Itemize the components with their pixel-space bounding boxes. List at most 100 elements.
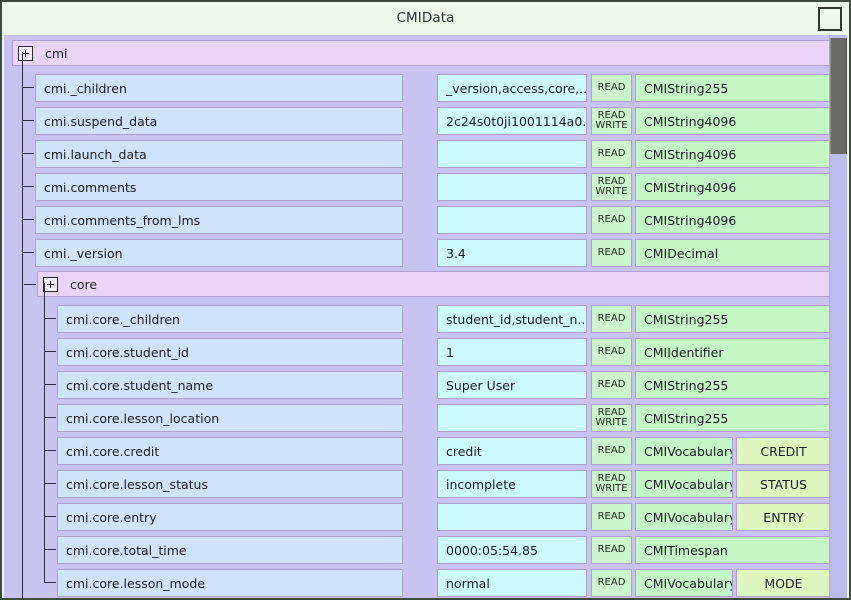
element-vocabulary-cell-text: CREDIT: [760, 443, 807, 459]
element-vocabulary-cell[interactable]: MODE: [736, 569, 831, 597]
tree-group-row: cmi: [4, 39, 833, 72]
tree-connector: [44, 384, 56, 385]
element-value-cell-text: student_id,student_n...: [446, 311, 587, 327]
tree-data-row: cmi.core.lesson_status incomplete READ WRIT…: [4, 468, 833, 501]
element-vocabulary-cell[interactable]: ENTRY: [736, 503, 831, 531]
tree-connector: [44, 483, 56, 484]
element-name-cell[interactable]: cmi.core.lesson_status: [57, 470, 403, 498]
element-value-cell-text: credit: [446, 443, 482, 459]
tree-viewport[interactable]: cmi cmi._children _version,access,core,...…: [4, 35, 833, 598]
element-value-cell[interactable]: normal: [437, 569, 587, 597]
tree-data-row: cmi.core.total_time 0000:05:54.85 READ CMIT…: [4, 534, 833, 567]
element-access-cell: READ: [591, 371, 632, 399]
element-value-cell[interactable]: [437, 206, 587, 234]
element-value-cell[interactable]: 2c24s0t0ji1001114a0...: [437, 107, 587, 135]
element-type-cell: CMITimespan: [635, 536, 831, 564]
element-access-cell-text: READ: [597, 147, 626, 159]
tree-data-row: cmi.core.lesson_mode normal READ CMIVocabul…: [4, 567, 833, 598]
element-name-cell-text: cmi.core.entry: [66, 509, 157, 525]
element-value-cell[interactable]: _version,access,core,...: [437, 74, 587, 102]
tree-connector: [22, 219, 34, 220]
tree-connector: [24, 284, 36, 285]
cmidata-window: CMIData cmi cmi._children _version,access,…: [0, 0, 851, 600]
element-value-cell[interactable]: [437, 173, 587, 201]
element-type-cell: CMIString4096: [635, 140, 831, 168]
element-type-cell-text: CMIDecimal: [644, 245, 719, 261]
tree-connector: [22, 153, 34, 154]
tree-connector: [44, 549, 56, 550]
element-name-cell[interactable]: cmi.core.lesson_mode: [57, 569, 403, 597]
element-access-cell-text: READ: [597, 444, 626, 456]
tree-trunk-line: [22, 52, 23, 598]
element-name-cell[interactable]: cmi.core.credit: [57, 437, 403, 465]
element-access-cell: READ: [591, 206, 632, 234]
element-type-cell: CMIVocabulary: [635, 569, 733, 597]
element-value-cell[interactable]: 1: [437, 338, 587, 366]
element-name-cell[interactable]: cmi.core.entry: [57, 503, 403, 531]
tree-group-core[interactable]: core: [37, 271, 831, 297]
element-value-cell[interactable]: 3.4: [437, 239, 587, 267]
maximize-button[interactable]: [818, 7, 842, 31]
element-type-cell: CMIString255: [635, 74, 831, 102]
element-type-cell-text: CMIString4096: [644, 179, 737, 195]
element-name-cell[interactable]: cmi.core.total_time: [57, 536, 403, 564]
element-vocabulary-cell[interactable]: STATUS: [736, 470, 831, 498]
element-type-cell-text: CMIString4096: [644, 113, 737, 129]
element-value-cell[interactable]: [437, 140, 587, 168]
expand-plus-icon[interactable]: [43, 276, 58, 292]
element-name-cell[interactable]: cmi.core.lesson_location: [57, 404, 403, 432]
tree-data-row: cmi.suspend_data 2c24s0t0ji1001114a0... RE…: [4, 105, 833, 138]
element-name-cell[interactable]: cmi._version: [35, 239, 403, 267]
element-type-cell-text: CMIString255: [644, 80, 729, 96]
element-type-cell: CMIString4096: [635, 173, 831, 201]
element-value-cell[interactable]: [437, 404, 587, 432]
expand-plus-icon[interactable]: [18, 45, 33, 61]
element-value-cell-text: normal: [446, 575, 490, 591]
element-type-cell: CMIString4096: [635, 206, 831, 234]
element-name-cell[interactable]: cmi._children: [35, 74, 403, 102]
element-access-cell: READ: [591, 140, 632, 168]
element-name-cell-text: cmi.core._children: [66, 311, 180, 327]
element-value-cell[interactable]: Super User: [437, 371, 587, 399]
element-type-cell-text: CMIVocabulary: [644, 575, 733, 591]
element-name-cell[interactable]: cmi.comments_from_lms: [35, 206, 403, 234]
element-name-cell[interactable]: cmi.launch_data: [35, 140, 403, 168]
element-value-cell[interactable]: [437, 503, 587, 531]
element-type-cell: CMIVocabulary: [635, 470, 733, 498]
element-value-cell-text: Super User: [446, 377, 516, 393]
element-access-cell-text: READ: [597, 543, 626, 555]
tree-connector: [44, 351, 56, 352]
tree-connector: [44, 516, 56, 517]
element-value-cell[interactable]: student_id,student_n...: [437, 305, 587, 333]
element-access-cell: READ WRITE: [591, 470, 632, 498]
element-value-cell[interactable]: 0000:05:54.85: [437, 536, 587, 564]
element-value-cell-text: 1: [446, 344, 454, 360]
element-value-cell-text: 0000:05:54.85: [446, 542, 538, 558]
element-value-cell-text: _version,access,core,...: [446, 80, 587, 96]
element-name-cell[interactable]: cmi.core.student_id: [57, 338, 403, 366]
data-model-tree: cmi cmi._children _version,access,core,...…: [4, 35, 833, 598]
element-name-cell[interactable]: cmi.comments: [35, 173, 403, 201]
element-name-cell-text: cmi._children: [44, 80, 127, 96]
element-vocabulary-cell-text: ENTRY: [763, 509, 804, 525]
element-type-cell-text: CMIString255: [644, 410, 729, 426]
tree-group-cmi[interactable]: cmi: [12, 40, 831, 66]
element-name-cell-text: cmi.comments: [44, 179, 137, 195]
element-type-cell: CMIString255: [635, 305, 831, 333]
tree-data-row: cmi.core.credit credit READ CMIVocabulary CR…: [4, 435, 833, 468]
element-vocabulary-cell[interactable]: CREDIT: [736, 437, 831, 465]
element-value-cell-text: 2c24s0t0ji1001114a0...: [446, 113, 587, 129]
tree-connector: [22, 186, 34, 187]
window-title: CMIData: [396, 10, 455, 26]
scrollbar-thumb[interactable]: [830, 38, 847, 154]
element-value-cell[interactable]: incomplete: [437, 470, 587, 498]
element-type-cell: CMIVocabulary: [635, 437, 733, 465]
tree-data-row: cmi._children _version,access,core,... REA…: [4, 72, 833, 105]
vertical-scrollbar[interactable]: [829, 35, 847, 598]
element-name-cell[interactable]: cmi.suspend_data: [35, 107, 403, 135]
element-name-cell[interactable]: cmi.core.student_name: [57, 371, 403, 399]
element-name-cell[interactable]: cmi.core._children: [57, 305, 403, 333]
element-name-cell-text: cmi.core.credit: [66, 443, 160, 459]
tree-connector: [44, 417, 56, 418]
element-value-cell[interactable]: credit: [437, 437, 587, 465]
